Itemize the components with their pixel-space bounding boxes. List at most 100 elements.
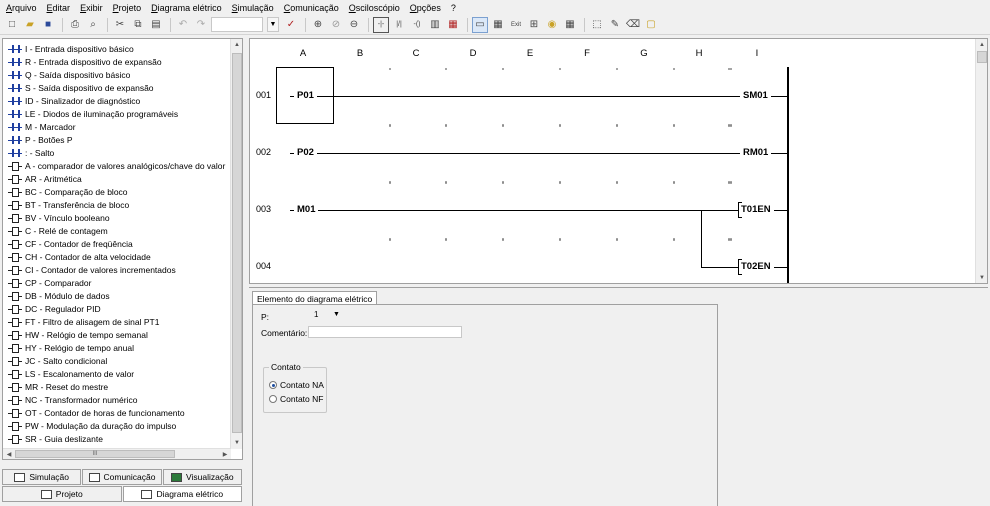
contact-tool-icon[interactable]: -|-	[373, 16, 389, 33]
scroll-down-icon[interactable]: ▼	[231, 437, 242, 449]
save-icon[interactable]: ■	[40, 17, 56, 33]
scroll-thumb[interactable]: III	[15, 450, 175, 458]
combo-dropdown-icon[interactable]: ▼	[267, 17, 279, 32]
instruction-item[interactable]: BT - Transferência de bloco	[3, 198, 231, 211]
view-exit-icon[interactable]: Exit	[508, 17, 524, 33]
copy-icon[interactable]: ⧉	[130, 17, 146, 33]
instruction-item[interactable]: AR - Aritmética	[3, 172, 231, 185]
instruction-item[interactable]: HY - Relógio de tempo anual	[3, 341, 231, 354]
tab-diagrama-eletrico[interactable]: Diagrama elétrico	[122, 486, 242, 502]
comment-input[interactable]	[308, 326, 462, 338]
select-rect-icon[interactable]: ⬚	[589, 17, 605, 33]
check-icon[interactable]: ✓	[283, 17, 299, 33]
table-icon[interactable]: ▦	[562, 17, 578, 33]
coil-tool-icon[interactable]: -()	[409, 17, 425, 33]
scroll-up-icon[interactable]: ▲	[231, 39, 242, 51]
menu-opcoes[interactable]: Opções	[410, 3, 441, 13]
tab-diagram-element[interactable]: Elemento do diagrama elétrico	[252, 291, 378, 305]
instruction-item[interactable]: I - Entrada dispositivo básico	[3, 42, 231, 55]
menu-comunicacao[interactable]: Comunicação	[284, 3, 339, 13]
coil-element[interactable]: SM01	[740, 90, 771, 101]
instruction-item[interactable]: LS - Escalonamento de valor	[3, 367, 231, 380]
eraser-icon[interactable]: ⌫	[625, 17, 641, 33]
instruction-item[interactable]: R - Entrada dispositivo de expansão	[3, 55, 231, 68]
instruction-list-vscroll[interactable]: ▲ ▼	[230, 39, 242, 449]
instruction-item[interactable]: BV - Vínculo booleano	[3, 211, 231, 224]
p-dropdown-icon[interactable]: ▼	[333, 311, 340, 318]
view-simulation-icon[interactable]: ◉	[544, 17, 560, 33]
tab-simulacao[interactable]: Simulação	[2, 469, 82, 485]
menu-projeto[interactable]: Projeto	[113, 3, 142, 13]
instruction-list-hscroll[interactable]: ◀ III ▶	[3, 448, 231, 459]
menu-editar[interactable]: Editar	[47, 3, 71, 13]
tab-projeto[interactable]: Projeto	[2, 486, 122, 502]
tab-comunicacao[interactable]: Comunicação	[82, 469, 162, 485]
comment-icon[interactable]: ▢	[643, 17, 659, 33]
coil-element[interactable]: T02EN	[738, 261, 774, 272]
menu-diagrama-eletrico[interactable]: Diagrama elétrico	[151, 3, 222, 13]
instruction-item[interactable]: A - comparador de valores analógicos/cha…	[3, 159, 231, 172]
block-tool-icon[interactable]: ▥	[427, 17, 443, 33]
undo-icon[interactable]: ↶	[175, 17, 191, 33]
instruction-item[interactable]: : - Salto	[3, 146, 231, 159]
instruction-item[interactable]: Q - Saída dispositivo básico	[3, 68, 231, 81]
wire-tool-icon[interactable]: ▦	[445, 17, 461, 33]
nc-contact-tool-icon[interactable]: |/|	[391, 17, 407, 33]
instruction-item[interactable]: NC - Transformador numérico	[3, 393, 231, 406]
coil-element[interactable]: T01EN	[738, 204, 774, 215]
scroll-left-icon[interactable]: ◀	[3, 449, 15, 459]
paste-icon[interactable]: ▤	[148, 17, 164, 33]
radio-contato-na[interactable]: Contato NA	[269, 380, 324, 390]
menu-simulacao[interactable]: Simulação	[232, 3, 274, 13]
diagram-vscroll[interactable]: ▲ ▼	[975, 39, 987, 283]
print-icon[interactable]: ⎙	[67, 17, 83, 33]
print-preview-icon[interactable]: ⌕	[85, 17, 101, 33]
instruction-item[interactable]: LE - Diodos de iluminação programáveis	[3, 107, 231, 120]
tab-visualizacao[interactable]: Visualização	[162, 469, 242, 485]
cut-icon[interactable]: ✂	[112, 17, 128, 33]
scroll-thumb[interactable]	[232, 53, 242, 433]
instruction-item[interactable]: JC - Salto condicional	[3, 354, 231, 367]
menu-arquivo[interactable]: Arquivo	[6, 3, 37, 13]
radio-contato-nf[interactable]: Contato NF	[269, 394, 323, 404]
coil-element[interactable]: RM01	[740, 147, 772, 158]
instruction-item[interactable]: P - Botões P	[3, 133, 231, 146]
view-network-icon[interactable]: ⊞	[526, 17, 542, 33]
open-icon[interactable]: ▰	[22, 17, 38, 33]
scroll-right-icon[interactable]: ▶	[219, 449, 231, 459]
scroll-thumb[interactable]	[977, 51, 987, 63]
instruction-item[interactable]: CI - Contador de valores incrementados	[3, 263, 231, 276]
zoom-fit-icon[interactable]: ⊘	[328, 17, 344, 33]
toolbar-combo[interactable]	[211, 17, 263, 32]
menu-exibir[interactable]: Exibir	[80, 3, 103, 13]
instruction-item[interactable]: CP - Comparador	[3, 276, 231, 289]
wiring-diagram-canvas[interactable]: ▲ ▼ A B C D E F G H I 001 P01 SM01 002 P02 RM01 003 M01 T…	[249, 38, 988, 284]
scroll-up-icon[interactable]: ▲	[976, 39, 987, 50]
instruction-item[interactable]: SR - Guia deslizante	[3, 432, 231, 445]
instruction-item[interactable]: S - Saída dispositivo de expansão	[3, 81, 231, 94]
instruction-item[interactable]: ID - Sinalizador de diagnóstico	[3, 94, 231, 107]
instruction-item[interactable]: C - Relé de contagem	[3, 224, 231, 237]
instruction-item[interactable]: DC - Regulador PID	[3, 302, 231, 315]
p-select[interactable]: 1	[311, 310, 331, 322]
instruction-item[interactable]: DB - Módulo de dados	[3, 289, 231, 302]
instruction-item[interactable]: BC - Comparação de bloco	[3, 185, 231, 198]
instruction-item[interactable]: CH - Contador de alta velocidade	[3, 250, 231, 263]
instruction-item[interactable]: M - Marcador	[3, 120, 231, 133]
zoom-out-icon[interactable]: ⊖	[346, 17, 362, 33]
instruction-item[interactable]: HW - Relógio de tempo semanal	[3, 328, 231, 341]
menu-osciloscopio[interactable]: Osciloscópio	[349, 3, 400, 13]
instruction-item[interactable]: FT - Filtro de alisagem de sinal PT1	[3, 315, 231, 328]
contact-element[interactable]: P02	[294, 147, 317, 158]
contact-element[interactable]: M01	[294, 204, 319, 215]
instruction-item[interactable]: CF - Contador de freqüência	[3, 237, 231, 250]
view-grid-icon[interactable]: ▦	[490, 17, 506, 33]
new-file-icon[interactable]: □	[4, 17, 20, 33]
instruction-item[interactable]: MR - Reset do mestre	[3, 380, 231, 393]
instruction-item[interactable]: OT - Contador de horas de funcionamento	[3, 406, 231, 419]
menu-help[interactable]: ?	[451, 3, 456, 13]
view-diagram-icon[interactable]: ▭	[472, 16, 488, 33]
pencil-icon[interactable]: ✎	[607, 17, 623, 33]
scroll-down-icon[interactable]: ▼	[976, 272, 987, 283]
redo-icon[interactable]: ↷	[193, 17, 209, 33]
